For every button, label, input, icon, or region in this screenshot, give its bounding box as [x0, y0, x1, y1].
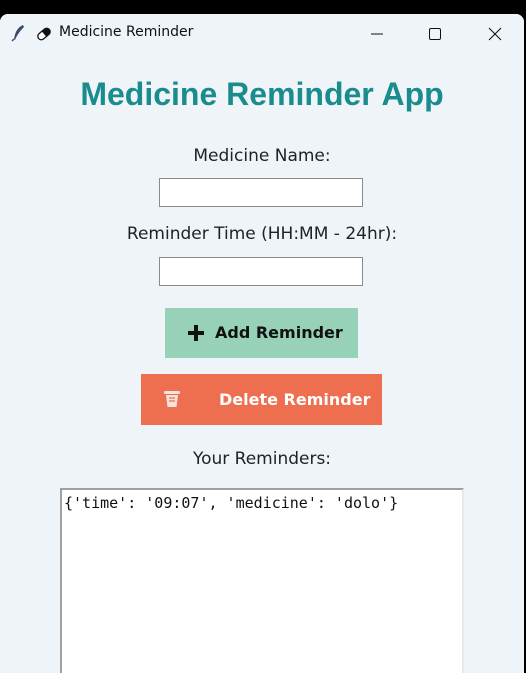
reminders-listbox[interactable]: {'time': '09:07', 'medicine': 'dolo'} [60, 488, 464, 673]
app-window: Medicine Reminder Medicine Reminder App … [0, 14, 524, 673]
reminders-label: Your Reminders: [192, 449, 332, 469]
minimize-icon [371, 33, 383, 35]
plus-icon [187, 324, 205, 342]
reminder-time-input[interactable] [159, 257, 363, 286]
medicine-name-input[interactable] [159, 178, 363, 207]
add-reminder-label: Add Reminder [215, 323, 343, 342]
maximize-icon [429, 28, 441, 40]
list-item[interactable]: {'time': '09:07', 'medicine': 'dolo'} [64, 494, 398, 512]
maximize-button[interactable] [406, 14, 464, 54]
feather-icon [10, 24, 28, 42]
minimize-button[interactable] [348, 14, 406, 54]
add-reminder-button[interactable]: Add Reminder [165, 308, 358, 358]
reminder-time-label: Reminder Time (HH:MM - 24hr): [126, 224, 398, 244]
delete-reminder-button[interactable]: Delete Reminder [141, 374, 382, 425]
trash-icon [162, 389, 182, 409]
pill-icon [35, 25, 53, 43]
page-title: Medicine Reminder App [80, 76, 444, 112]
medicine-name-label: Medicine Name: [193, 146, 331, 166]
title-bar[interactable]: Medicine Reminder [0, 14, 524, 54]
delete-reminder-label: Delete Reminder [219, 390, 371, 409]
close-icon [488, 27, 502, 41]
window-title: Medicine Reminder [59, 24, 194, 40]
close-button[interactable] [466, 14, 524, 54]
